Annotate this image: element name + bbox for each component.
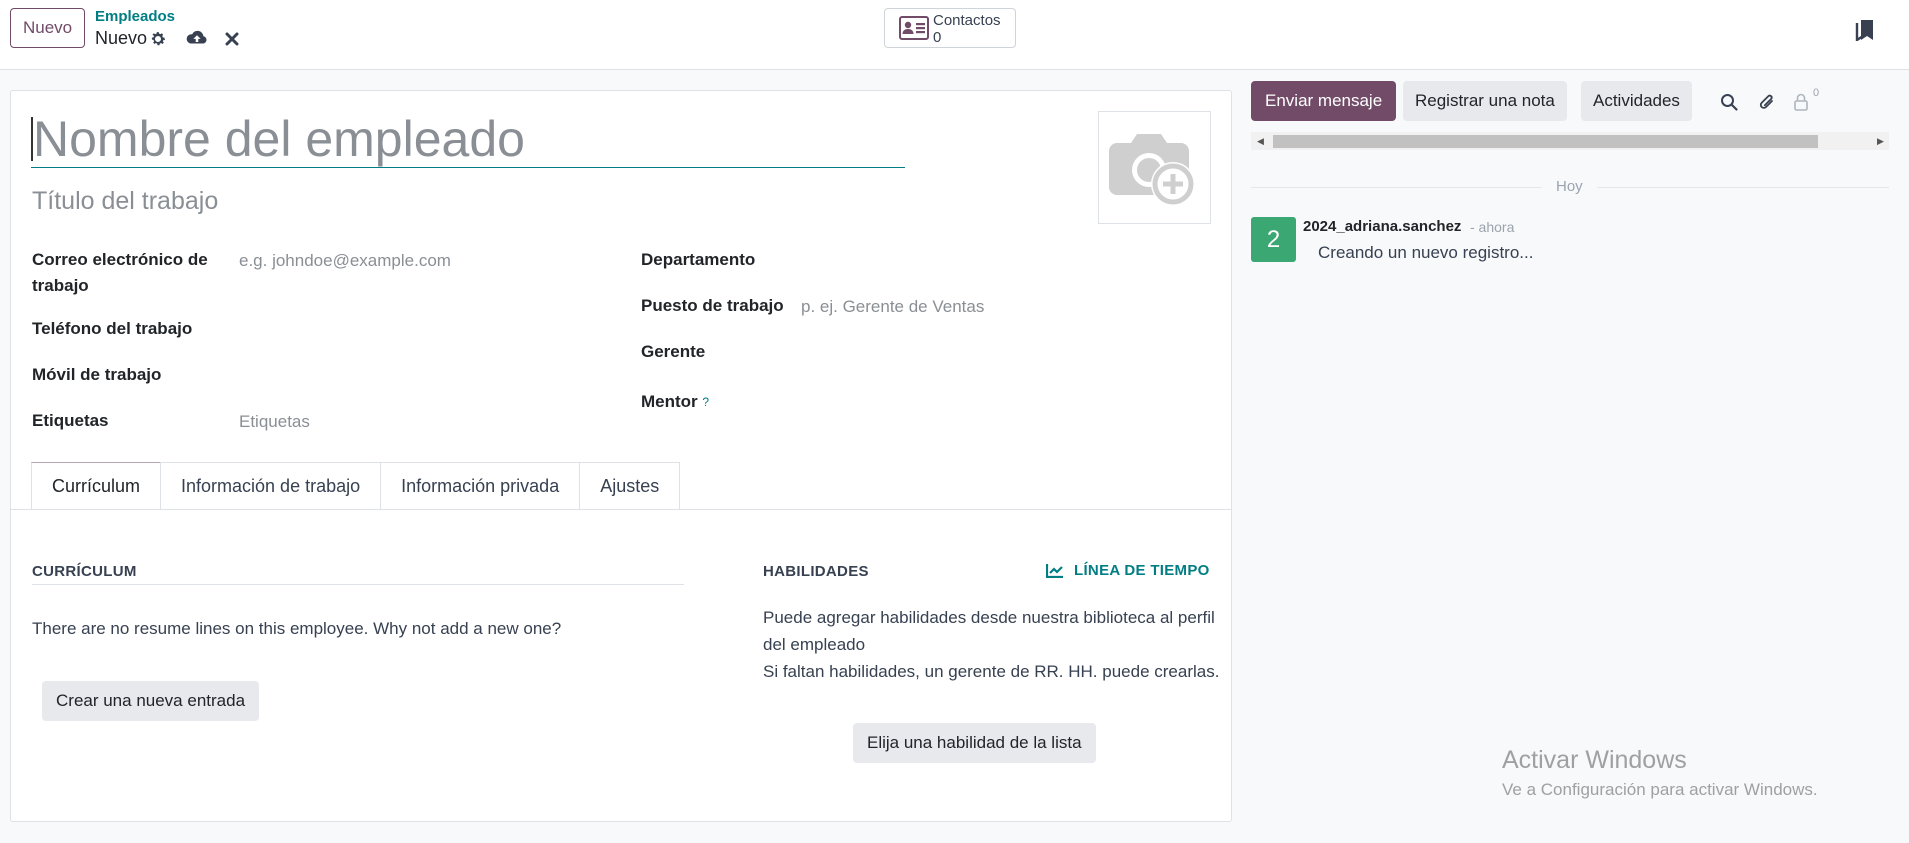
contacts-label: Contactos — [933, 12, 1001, 29]
tags-label: Etiquetas — [32, 411, 109, 430]
form-sheet: Nombre del empleado Título del trabajo C… — [10, 90, 1232, 822]
avatar[interactable]: 2 — [1251, 217, 1296, 262]
resume-section-rule — [32, 584, 684, 585]
tab-private-info[interactable]: Información privada — [380, 462, 581, 510]
manager-label: Gerente — [641, 342, 706, 361]
manager-field[interactable] — [801, 339, 1201, 365]
department-label: Departamento — [641, 250, 756, 269]
mentor-label: Mentor ? — [641, 389, 709, 415]
tab-resume[interactable]: Currículum — [31, 462, 162, 510]
text-caret — [31, 117, 33, 161]
log-note-button[interactable]: Registrar una nota — [1403, 81, 1567, 121]
mobile-field[interactable] — [239, 362, 589, 388]
send-message-button[interactable]: Enviar mensaje — [1251, 81, 1397, 121]
activities-button[interactable]: Actividades — [1581, 81, 1692, 121]
tabs-divider — [11, 509, 1231, 510]
record-title: Nuevo — [95, 28, 148, 48]
tab-work-info[interactable]: Información de trabajo — [160, 462, 382, 510]
user-lock-icon[interactable] — [1791, 92, 1811, 112]
skills-help-line1: Puede agregar habilidades desde nuestra … — [763, 608, 1215, 654]
employee-photo[interactable] — [1098, 111, 1211, 224]
control-panel: Nuevo Empleados Nuevo Contactos 0 — [0, 0, 1909, 70]
notebook-tabs: Currículum Información de trabajo Inform… — [31, 462, 681, 510]
paperclip-icon[interactable] — [1757, 92, 1777, 112]
camera-plus-icon — [1109, 134, 1195, 206]
create-entry-button[interactable]: Crear una nueva entrada — [42, 681, 260, 721]
timeline-link-label: LÍNEA DE TIEMPO — [1074, 562, 1210, 579]
windows-activation-subtitle: Ve a Configuración para activar Windows. — [1502, 780, 1818, 799]
contact-card-icon — [899, 16, 929, 40]
day-label: Hoy — [1542, 178, 1597, 195]
bookmark-icon[interactable] — [1855, 18, 1875, 42]
mobile-label: Móvil de trabajo — [32, 365, 162, 384]
horizontal-scrollbar[interactable]: ◀ ▶ — [1251, 132, 1889, 150]
resume-section-title: CURRÍCULUM — [32, 563, 137, 580]
employee-name-input[interactable]: Nombre del empleado — [31, 111, 905, 168]
new-button[interactable]: Nuevo — [10, 8, 86, 48]
tab-settings[interactable]: Ajustes — [579, 462, 681, 510]
message-author[interactable]: 2024_adriana.sanchez — [1303, 218, 1461, 235]
work-phone-label: Teléfono del trabajo — [32, 319, 193, 338]
mentor-label-text: Mentor — [641, 392, 698, 411]
scroll-left-arrow-icon[interactable]: ◀ — [1257, 136, 1264, 147]
contacts-smart-button[interactable]: Contactos 0 — [884, 8, 1016, 48]
skills-help-line2: Si faltan habilidades, un gerente de RR.… — [763, 662, 1220, 681]
mentor-field[interactable] — [801, 389, 1201, 415]
resume-empty-text: There are no resume lines on this employ… — [32, 619, 562, 638]
skills-help-text: Puede agregar habilidades desde nuestra … — [763, 604, 1233, 685]
cloud-upload-icon[interactable] — [186, 28, 208, 48]
discard-icon[interactable] — [224, 30, 240, 48]
scrollbar-thumb[interactable] — [1273, 135, 1818, 148]
tags-field[interactable]: Etiquetas — [239, 409, 310, 435]
employee-name-placeholder: Nombre del empleado — [33, 111, 525, 167]
job-position-label: Puesto de trabajo — [641, 296, 784, 315]
timeline-link[interactable]: LÍNEA DE TIEMPO — [1046, 562, 1210, 579]
department-field[interactable] — [801, 247, 1201, 273]
follower-count: 0 — [1813, 87, 1820, 99]
skills-section-title: HABILIDADES — [763, 563, 869, 580]
job-position-field[interactable]: p. ej. Gerente de Ventas — [801, 294, 984, 320]
gear-icon[interactable] — [149, 30, 167, 48]
search-icon[interactable] — [1719, 92, 1739, 112]
breadcrumb-employees[interactable]: Empleados — [95, 8, 175, 25]
message-time: - ahora — [1470, 219, 1515, 235]
pick-skill-button[interactable]: Elija una habilidad de la lista — [853, 723, 1096, 763]
message-body: Creando un nuevo registro... — [1318, 243, 1534, 262]
work-email-field[interactable]: e.g. johndoe@example.com — [239, 248, 451, 274]
scroll-right-arrow-icon[interactable]: ▶ — [1877, 136, 1884, 147]
windows-activation-title: Activar Windows — [1502, 746, 1687, 774]
chart-line-icon — [1046, 564, 1063, 578]
job-title-input[interactable]: Título del trabajo — [32, 187, 218, 216]
help-tooltip-icon[interactable]: ? — [702, 395, 709, 409]
work-phone-field[interactable] — [239, 316, 589, 342]
contacts-count: 0 — [933, 29, 942, 46]
work-email-label: Correo electrónico de trabajo — [32, 250, 208, 295]
